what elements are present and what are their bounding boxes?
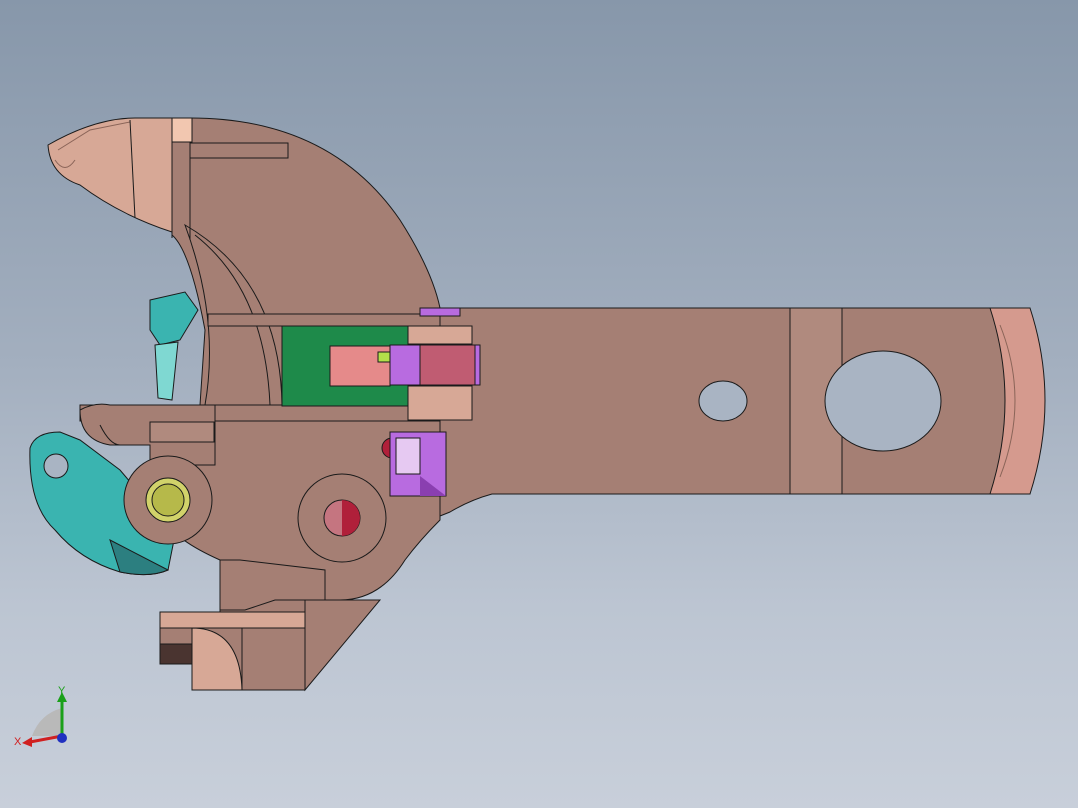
x-axis-label: X <box>14 736 22 748</box>
z-axis <box>57 733 67 743</box>
cad-viewport[interactable]: Y X <box>0 0 1078 808</box>
x-axis-arrow <box>22 737 32 747</box>
coordinate-triad: Y X <box>14 686 67 748</box>
y-axis-label: Y <box>58 686 66 697</box>
triad-plane <box>32 708 62 736</box>
hook-tip[interactable] <box>47 117 193 233</box>
pin-left[interactable] <box>123 455 213 545</box>
purple-fitting[interactable] <box>389 431 447 497</box>
cad-model[interactable] <box>0 0 1078 808</box>
pin-center[interactable] <box>297 473 387 563</box>
main-arm[interactable] <box>429 307 1046 521</box>
